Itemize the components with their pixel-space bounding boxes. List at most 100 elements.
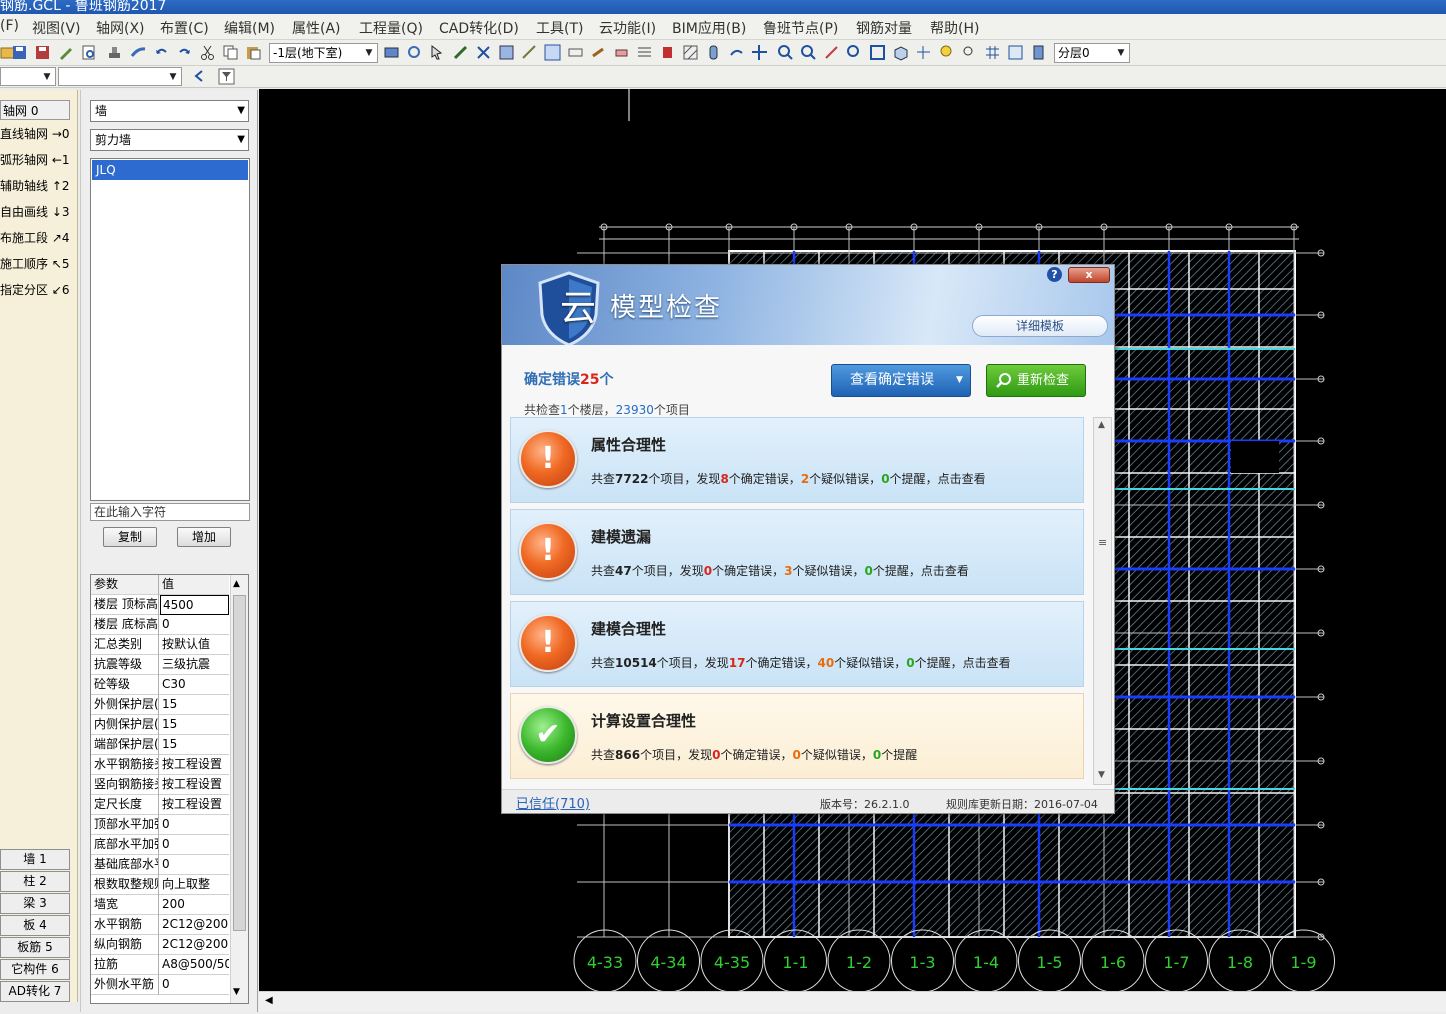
zoom-window-icon[interactable]: [846, 44, 863, 61]
nav-construction-section[interactable]: 布施工段 ↗4: [0, 228, 70, 248]
filter-combo-1[interactable]: ▼: [0, 67, 56, 86]
collapse-icon[interactable]: [191, 68, 208, 85]
type-select[interactable]: 墙 ▼: [90, 100, 249, 122]
table-row[interactable]: 拉筋A8@500/500: [91, 955, 229, 975]
param-value[interactable]: 0: [160, 615, 229, 635]
param-value[interactable]: 0: [160, 855, 229, 875]
menu-layout[interactable]: 布置(C): [160, 18, 209, 38]
layer-manager-icon[interactable]: [1007, 44, 1024, 61]
nav-zone[interactable]: 指定分区 ↙6: [0, 280, 70, 300]
pan-icon[interactable]: [823, 44, 840, 61]
component-list[interactable]: JLQ: [90, 158, 250, 501]
save-icon[interactable]: [11, 44, 28, 61]
confirmed-error-summary[interactable]: 确定错误25个: [524, 369, 613, 389]
axis-icon[interactable]: [984, 44, 1001, 61]
pen-icon[interactable]: [452, 44, 469, 61]
table-row[interactable]: 外侧水平筋 0: [91, 975, 229, 995]
scroll-left-icon[interactable]: ◀: [265, 995, 273, 1006]
rotate-icon[interactable]: [406, 44, 423, 61]
section-icon[interactable]: [659, 44, 676, 61]
table-row[interactable]: 顶部水平加强 0: [91, 815, 229, 835]
table-row[interactable]: 水平钢筋 2C12@200: [91, 915, 229, 935]
table-row[interactable]: 楼层 顶标高 4500: [91, 595, 229, 615]
table-row[interactable]: 定尺长度 按工程设置: [91, 795, 229, 815]
menu-rebar-compare[interactable]: 钢筋对量: [856, 18, 912, 38]
grid-icon[interactable]: [498, 44, 515, 61]
param-value[interactable]: 按工程设置: [160, 775, 229, 795]
align-icon[interactable]: [636, 44, 653, 61]
menu-property[interactable]: 属性(A): [292, 18, 341, 38]
table-row[interactable]: 纵向钢筋 2C12@200: [91, 935, 229, 955]
check-card[interactable]: ! 建模合理性 共查10514个项目，发现17个确定错误，40个疑似错误，0个提醒，…: [510, 601, 1084, 687]
param-value[interactable]: 2C12@200: [160, 935, 229, 955]
table-row[interactable]: 楼层 底标高 0: [91, 615, 229, 635]
view-confirmed-errors-button[interactable]: 查看确定错误 ▼: [831, 364, 971, 397]
view-3d-icon[interactable]: [892, 44, 909, 61]
param-value[interactable]: 0: [160, 815, 229, 835]
delete-icon[interactable]: [475, 44, 492, 61]
canvas-horizontal-scrollbar[interactable]: ◀: [259, 991, 1446, 1012]
result-list-scrollbar[interactable]: ▲ ≡ ▼: [1093, 417, 1112, 785]
add-button[interactable]: 增加: [177, 527, 231, 547]
link-icon[interactable]: [728, 44, 745, 61]
layer-combo[interactable]: 分层0 ▼: [1054, 43, 1130, 63]
copy-icon[interactable]: [222, 44, 239, 61]
view-details-link[interactable]: 点击查看: [938, 472, 986, 486]
menu-cad[interactable]: CAD转化(D): [439, 18, 519, 38]
cut-icon[interactable]: [199, 44, 216, 61]
component-search-input[interactable]: 在此输入字符: [90, 503, 250, 521]
table-row[interactable]: 水平钢筋接头 按工程设置: [91, 755, 229, 775]
nav-straight-axis[interactable]: 直线轴网 →0: [0, 124, 70, 144]
zoom-all-icon[interactable]: [869, 44, 886, 61]
measure-icon[interactable]: [521, 44, 538, 61]
category-column[interactable]: 柱 2: [0, 871, 70, 892]
cylinder-icon[interactable]: [705, 44, 722, 61]
param-value[interactable]: 按工程设置: [160, 795, 229, 815]
nav-free-line[interactable]: 自由画线 ↓3: [0, 202, 70, 222]
find-icon[interactable]: [961, 44, 978, 61]
param-value[interactable]: 15: [160, 715, 229, 735]
floor-combo[interactable]: -1层(地下室) ▼: [269, 43, 378, 63]
zoom-in-icon[interactable]: [777, 44, 794, 61]
param-value[interactable]: 15: [160, 695, 229, 715]
param-value[interactable]: 向上取整: [160, 875, 229, 895]
param-value[interactable]: 0: [160, 975, 229, 995]
nav-axis-header[interactable]: 轴网 0: [0, 100, 70, 120]
param-value[interactable]: 三级抗震: [160, 655, 229, 675]
paste-icon[interactable]: [245, 44, 262, 61]
subtype-select[interactable]: 剪力墙 ▼: [90, 129, 249, 151]
filter-combo-2[interactable]: ▼: [58, 67, 182, 86]
table-row[interactable]: 根数取整规则 向上取整: [91, 875, 229, 895]
menu-file[interactable]: (F): [0, 18, 19, 34]
undo-icon[interactable]: [153, 44, 170, 61]
table-row[interactable]: 底部水平加强 0: [91, 835, 229, 855]
nav-construction-order[interactable]: 施工顺序 ↖5: [0, 254, 70, 274]
category-cad[interactable]: AD转化 7: [0, 981, 70, 1002]
table-row[interactable]: 内侧保护层(15: [91, 715, 229, 735]
detail-template-button[interactable]: 详细模板: [972, 315, 1108, 337]
param-value[interactable]: C30: [160, 675, 229, 695]
param-value[interactable]: 按工程设置: [160, 755, 229, 775]
scroll-down-icon[interactable]: ▼: [1098, 770, 1105, 780]
scroll-grip-icon[interactable]: ≡: [1098, 536, 1107, 549]
property-scrollbar[interactable]: ▲ ▼: [230, 575, 248, 1003]
menu-node[interactable]: 鲁班节点(P): [763, 18, 838, 38]
help-button[interactable]: ?: [1047, 267, 1062, 282]
param-value[interactable]: A8@500/500: [160, 955, 229, 975]
nav-arc-axis[interactable]: 弧形轴网 ←1: [0, 150, 70, 170]
filter-icon[interactable]: [218, 68, 235, 85]
save-as-icon[interactable]: [34, 44, 51, 61]
list-item[interactable]: JLQ: [92, 160, 248, 180]
scroll-up-icon[interactable]: ▲: [1098, 420, 1105, 430]
trusted-link[interactable]: 已信任(710): [516, 793, 590, 812]
draw-icon[interactable]: [590, 44, 607, 61]
category-other[interactable]: 它构件 6: [0, 959, 70, 980]
brush-icon[interactable]: [130, 44, 147, 61]
recheck-button[interactable]: 重新检查: [986, 364, 1086, 397]
param-value[interactable]: 4500: [160, 595, 229, 615]
preview-icon[interactable]: [80, 44, 97, 61]
scroll-up-icon[interactable]: ▲: [233, 579, 240, 589]
zoom-out-icon[interactable]: [800, 44, 817, 61]
crosshair-icon[interactable]: [915, 44, 932, 61]
scroll-thumb[interactable]: [233, 595, 246, 931]
